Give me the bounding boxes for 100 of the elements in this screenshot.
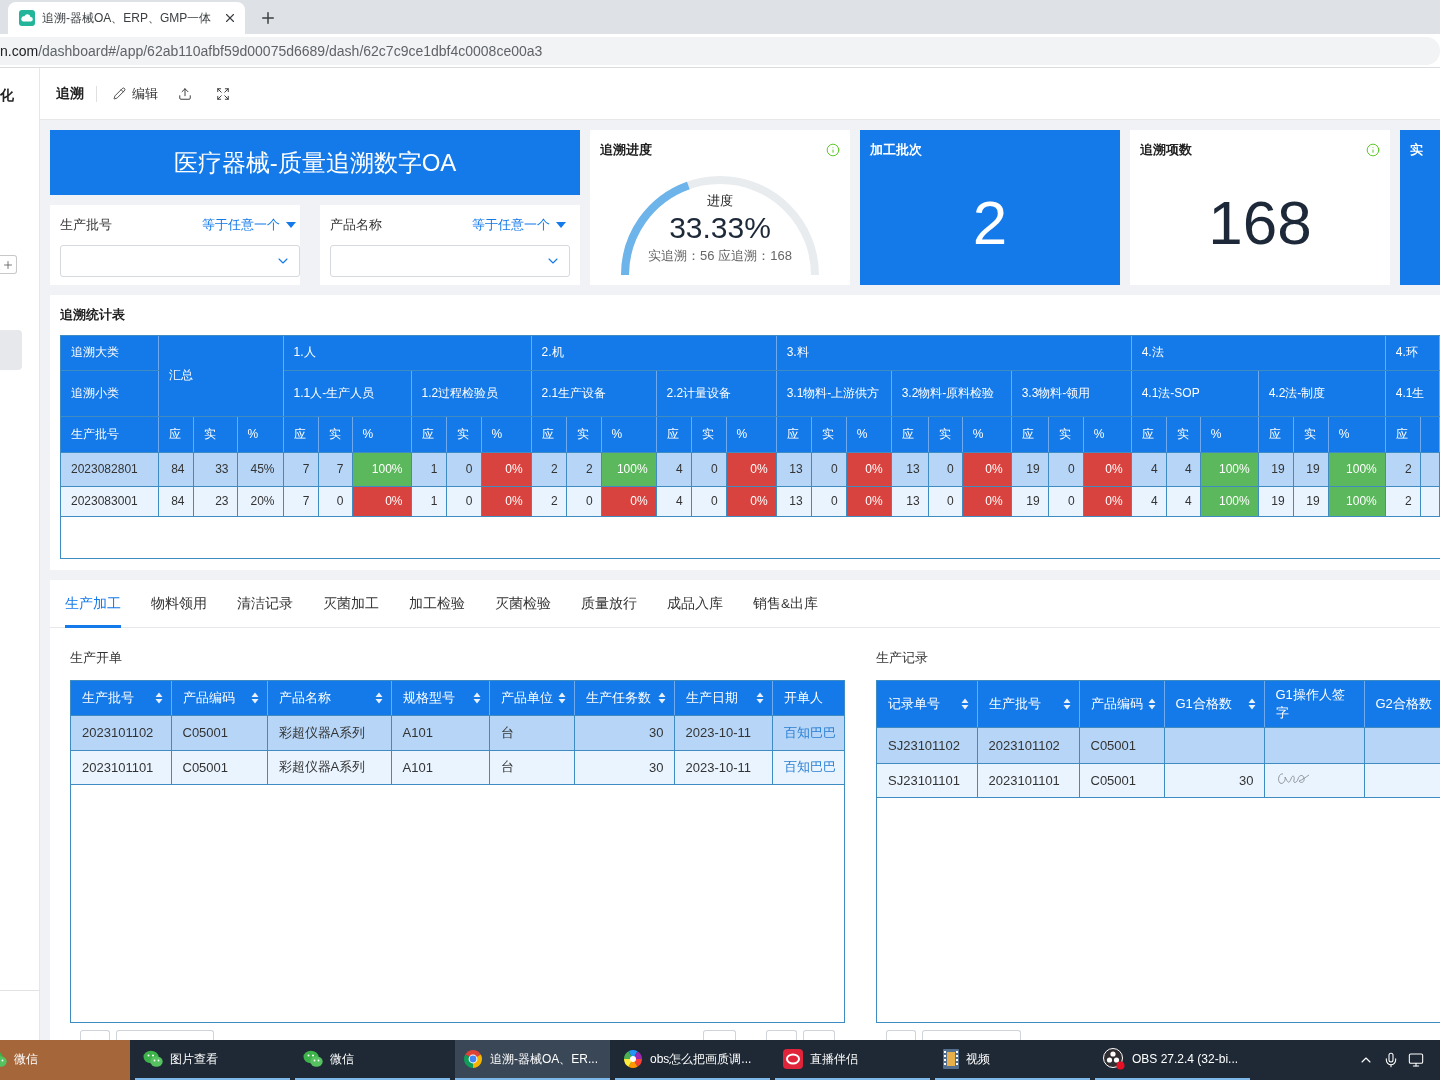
column-header: 汇总: [158, 336, 283, 416]
table-cell: 33: [193, 452, 237, 486]
tab[interactable]: 加工检验: [409, 580, 465, 628]
tab[interactable]: 灭菌检验: [495, 580, 551, 628]
address-bar[interactable]: n.com/dashboard#/app/62ab110afbf59d00075d6689/dash/62c7c9ce1dbf4c0008ce00a3: [0, 36, 1440, 65]
sort-icon[interactable]: [250, 691, 259, 704]
sort-icon[interactable]: [755, 691, 764, 704]
sort-icon[interactable]: [1247, 697, 1256, 710]
operator-dropdown[interactable]: 等于任意一个: [472, 216, 570, 234]
column-header: G2合格数: [1364, 681, 1440, 727]
table-cell: 4: [656, 486, 692, 516]
column-header: 1.人: [283, 336, 532, 370]
stat-value: 2: [972, 190, 1008, 255]
table-cell: 0%: [726, 452, 777, 486]
sort-icon[interactable]: [1147, 697, 1156, 710]
panel-title: 生产开单: [70, 649, 123, 667]
add-button[interactable]: [0, 255, 17, 274]
monitor-icon[interactable]: [1408, 1052, 1424, 1068]
operator-dropdown[interactable]: 等于任意一个: [202, 216, 300, 234]
column-header: %: [601, 416, 657, 452]
table-cell: 2023101101: [71, 750, 171, 784]
microphone-icon[interactable]: [1383, 1052, 1399, 1068]
table-cell: 2: [566, 452, 602, 486]
taskbar-item[interactable]: 追溯-器械OA、ER...: [455, 1040, 610, 1080]
tab-title: 追溯-器械OA、ERP、GMP一体: [42, 9, 213, 27]
taskbar-item[interactable]: obs怎么把画质调...: [615, 1040, 770, 1080]
table-cell: 0: [318, 486, 352, 516]
column-header[interactable]: 生产批号: [977, 681, 1079, 727]
column-header[interactable]: 生产批号: [71, 681, 171, 715]
tab[interactable]: 物料领用: [151, 580, 207, 628]
taskbar-item[interactable]: 图片查看: [135, 1040, 290, 1080]
user-link[interactable]: 百知巴巴: [783, 759, 836, 774]
column-header: %: [1328, 416, 1386, 452]
table-cell: 84: [158, 486, 193, 516]
tab[interactable]: 清洁记录: [237, 580, 293, 628]
column-header[interactable]: 记录单号: [877, 681, 977, 727]
table-row[interactable]: SJ23101101 2023101101 C05001 30: [877, 763, 1440, 797]
filter-label: 产品名称: [330, 216, 382, 234]
column-header[interactable]: 生产任务数: [574, 681, 674, 715]
taskbar-item[interactable]: OBS 27.2.4 (32-bi...: [1095, 1040, 1250, 1080]
table-cell: 45%: [237, 452, 283, 486]
table-cell: SJ23101102: [877, 727, 977, 763]
tab[interactable]: 生产加工: [65, 580, 121, 628]
sort-icon[interactable]: [557, 691, 566, 704]
column-header[interactable]: 产品编码: [1079, 681, 1164, 727]
tab[interactable]: 灭菌加工: [323, 580, 379, 628]
table-cell: 4: [656, 452, 692, 486]
plus-icon[interactable]: [259, 9, 277, 27]
sort-icon[interactable]: [154, 691, 163, 704]
select-field[interactable]: [60, 245, 300, 277]
info-icon[interactable]: [826, 143, 840, 157]
expand-icon[interactable]: [216, 86, 230, 101]
table-row[interactable]: 2023101102 C05001 彩超仪器A系列 A101 台 30 2023-10-11 百知巴巴: [71, 715, 844, 750]
chat-bubbles-icon: [143, 1050, 163, 1068]
table-row[interactable]: 2023082801 84 33 45% 7 7 100% 1 0 0% 2 2 100% 4 0 0% 13 0 0% 13 0 0% 19 0 0% 4 4 100% 19 19 100% 2: [61, 452, 1440, 486]
table-row[interactable]: SJ23101102 2023101102 C05001: [877, 727, 1440, 763]
edit-button[interactable]: 编辑: [113, 84, 158, 103]
taskbar-item[interactable]: 视频: [935, 1040, 1090, 1080]
sort-icon[interactable]: [374, 691, 383, 704]
upload-icon[interactable]: [178, 86, 192, 101]
sort-icon[interactable]: [1062, 697, 1071, 710]
sort-icon[interactable]: [960, 697, 969, 710]
info-icon[interactable]: [1366, 143, 1380, 157]
table-cell: 2023101102: [977, 727, 1079, 763]
column-header[interactable]: G1合格数: [1164, 681, 1264, 727]
browser-tab[interactable]: 追溯-器械OA、ERP、GMP一体: [8, 2, 245, 34]
table-cell: 100%: [352, 452, 411, 486]
column-header[interactable]: 产品编码: [171, 681, 267, 715]
table-cell: 4: [1131, 486, 1167, 516]
table-cell: C05001: [171, 715, 267, 750]
tab[interactable]: 成品入库: [667, 580, 723, 628]
table-row[interactable]: 2023101101 C05001 彩超仪器A系列 A101 台 30 2023-10-11 百知巴巴: [71, 750, 844, 784]
sort-icon[interactable]: [657, 691, 666, 704]
column-header[interactable]: 产品单位: [489, 681, 574, 715]
close-icon[interactable]: [223, 11, 237, 25]
column-header[interactable]: 规格型号: [391, 681, 489, 715]
table-cell: 4: [1166, 452, 1201, 486]
table-row[interactable]: 2023083001 84 23 20% 7 0 0% 1 0 0% 2 0 0% 4 0 0% 13 0 0% 13 0 0% 19 0 0% 4 4 100% 19 19 100% 2: [61, 486, 1440, 516]
taskbar-item[interactable]: 微信: [0, 1040, 130, 1080]
signature-drawing: [1275, 770, 1310, 787]
table-cell: 0: [446, 486, 481, 516]
column-header: 1.1人-生产人员: [283, 370, 411, 416]
table-cell: 0%: [601, 486, 657, 516]
tab[interactable]: 销售&出库: [753, 580, 818, 628]
column-header[interactable]: 产品名称: [267, 681, 391, 715]
table-cell: 4: [1131, 452, 1167, 486]
table-cell: 0: [1048, 486, 1084, 516]
taskbar-item[interactable]: 微信: [295, 1040, 450, 1080]
table-cell: SJ23101101: [877, 763, 977, 797]
select-field[interactable]: [330, 245, 570, 277]
table-cell: 0%: [962, 452, 1012, 486]
taskbar-item[interactable]: 直播伴侣: [775, 1040, 930, 1080]
sort-icon[interactable]: [472, 691, 481, 704]
tab[interactable]: 质量放行: [581, 580, 637, 628]
column-header: 4.1法-SOP: [1131, 370, 1259, 416]
table-cell: 台: [489, 715, 574, 750]
column-header: %: [1083, 416, 1132, 452]
table-cell: 30: [1164, 763, 1264, 797]
column-header[interactable]: 生产日期: [674, 681, 772, 715]
column-header: 2.2计量设备: [656, 370, 777, 416]
